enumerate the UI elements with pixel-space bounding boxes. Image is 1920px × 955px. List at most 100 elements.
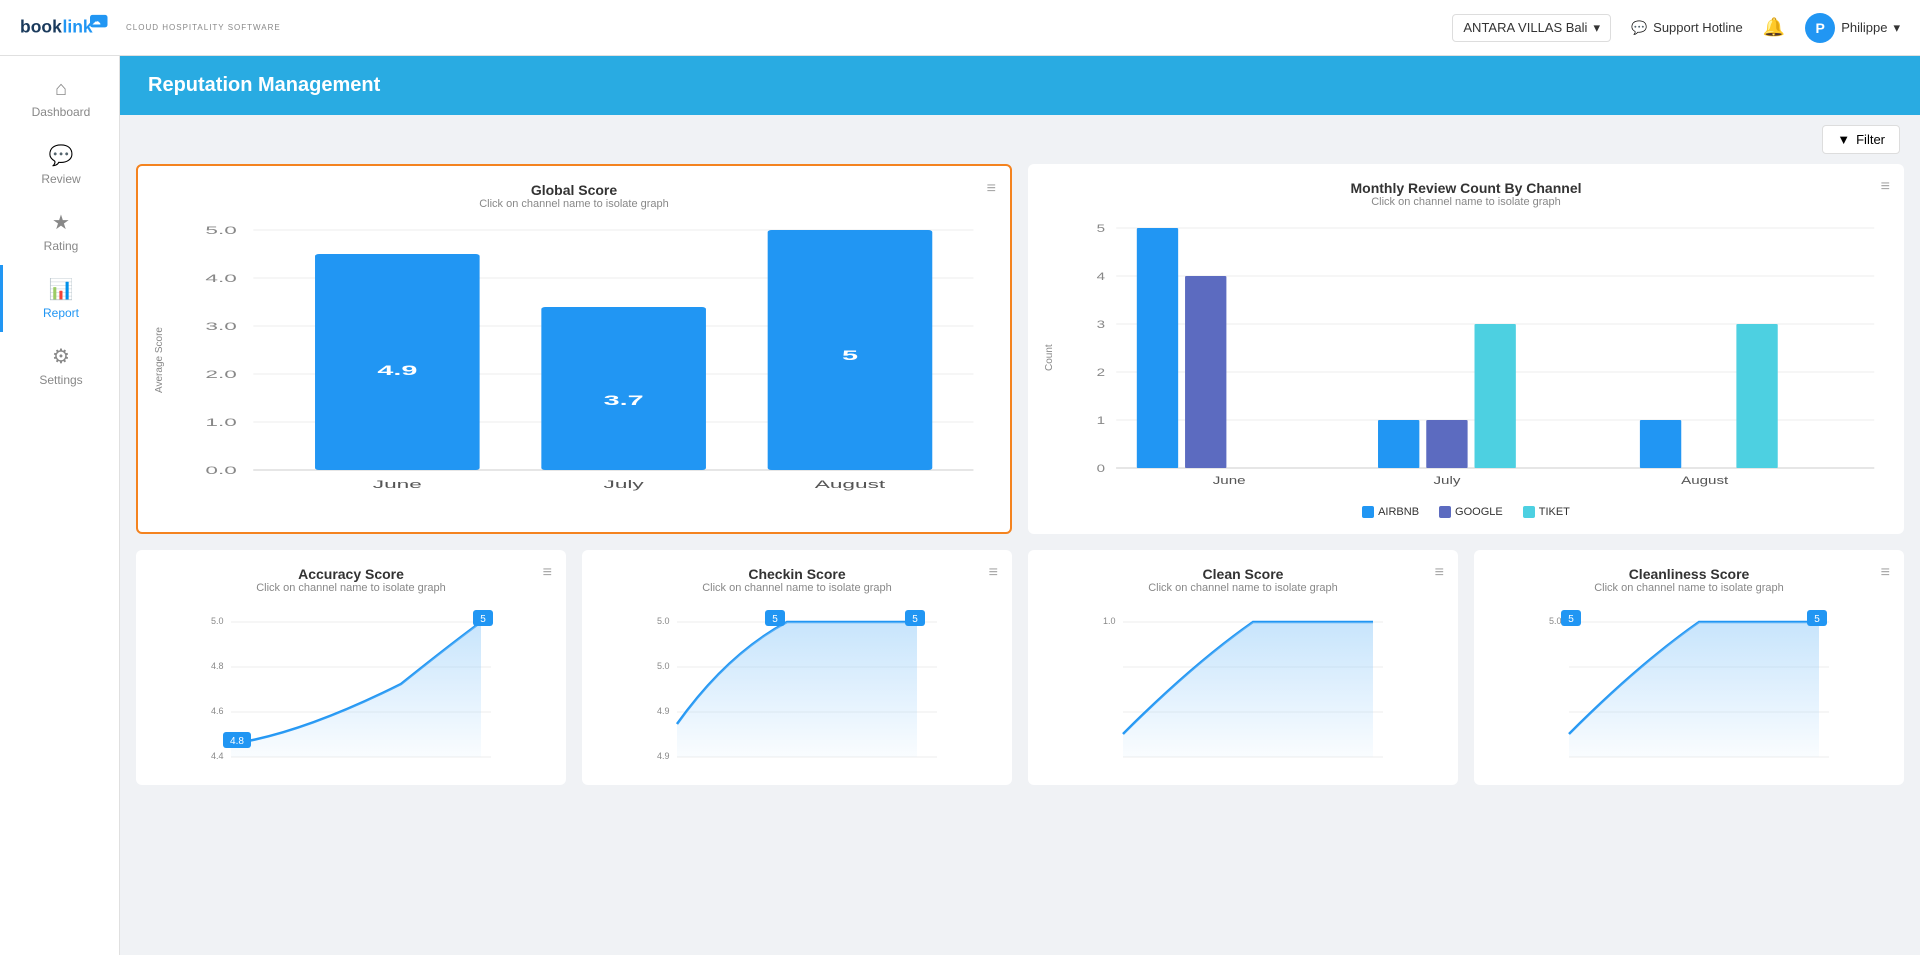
cleanliness-score-chart: 5.0 5	[1490, 604, 1888, 769]
settings-icon: ⚙	[52, 344, 70, 369]
monthly-review-legend: AIRBNB GOOGLE TIKET	[1044, 506, 1888, 518]
svg-text:August: August	[1681, 474, 1729, 486]
monthly-review-bar-inner: 5 4 3 2 1 0 June	[1061, 218, 1888, 498]
report-icon: 📊	[49, 277, 74, 302]
user-menu[interactable]: P Philippe ▾	[1805, 13, 1900, 43]
svg-text:1.0: 1.0	[1103, 616, 1116, 626]
legend-tiket-label: TIKET	[1539, 506, 1570, 518]
monthly-review-chart: Count 5 4 3 2	[1044, 218, 1888, 498]
svg-text:July: July	[604, 478, 644, 490]
global-score-y-label: Average Score	[154, 220, 165, 500]
user-name: Philippe	[1841, 20, 1887, 35]
accuracy-score-subtitle: Click on channel name to isolate graph	[152, 582, 550, 594]
checkin-score-svg: 5.0 5.0 4.9 4.9	[598, 604, 996, 764]
cleanliness-menu-icon[interactable]: ≡	[1881, 564, 1890, 582]
sidebar-item-review[interactable]: 💬 Review	[0, 131, 119, 198]
bar-august-airbnb	[1640, 420, 1681, 468]
svg-text:☁: ☁	[92, 16, 101, 26]
global-score-card: Global Score Click on channel name to is…	[136, 164, 1012, 534]
global-score-chart: Average Score 5.0 4.0 3.0	[154, 220, 994, 500]
sidebar-label-review: Review	[41, 172, 80, 186]
sidebar-item-rating[interactable]: ★ Rating	[0, 198, 119, 265]
accuracy-score-chart: 5.0 4.8 4.6 4.4	[152, 604, 550, 769]
support-hotline[interactable]: 💬 Support Hotline	[1631, 20, 1743, 36]
svg-text:4.6: 4.6	[211, 706, 224, 716]
notification-bell-icon[interactable]: 🔔	[1763, 17, 1785, 38]
chevron-down-icon: ▾	[1593, 20, 1600, 36]
svg-text:4.9: 4.9	[657, 706, 670, 716]
svg-text:5.0: 5.0	[211, 616, 224, 626]
svg-text:5: 5	[912, 614, 918, 625]
bar-july-airbnb	[1378, 420, 1419, 468]
accuracy-score-card: Accuracy Score Click on channel name to …	[136, 550, 566, 785]
monthly-review-subtitle: Click on channel name to isolate graph	[1044, 196, 1888, 208]
support-label: Support Hotline	[1653, 20, 1743, 35]
clean-fill	[1123, 622, 1373, 757]
svg-text:3.0: 3.0	[205, 320, 237, 332]
bar-august-tiket	[1736, 324, 1777, 468]
bar-july	[541, 307, 706, 470]
monthly-review-card: Monthly Review Count By Channel Click on…	[1028, 164, 1904, 534]
legend-airbnb-label: AIRBNB	[1378, 506, 1419, 518]
clean-menu-icon[interactable]: ≡	[1435, 564, 1444, 582]
svg-text:August: August	[815, 478, 885, 490]
chevron-down-icon: ▾	[1893, 20, 1900, 36]
svg-text:link: link	[63, 16, 93, 36]
svg-text:0: 0	[1097, 462, 1105, 474]
svg-text:4.4: 4.4	[211, 751, 224, 761]
sidebar: ⌂ Dashboard 💬 Review ★ Rating 📊 Report ⚙…	[0, 56, 120, 955]
legend-google-dot	[1439, 506, 1451, 518]
sidebar-label-dashboard: Dashboard	[32, 105, 91, 119]
checkin-score-chart: 5.0 5.0 4.9 4.9	[598, 604, 996, 769]
bar-july-google	[1426, 420, 1467, 468]
checkin-menu-icon[interactable]: ≡	[989, 564, 998, 582]
svg-text:1.0: 1.0	[205, 416, 237, 428]
charts-top-row: Global Score Click on channel name to is…	[136, 164, 1904, 534]
review-icon: 💬	[49, 143, 74, 168]
bar-july-tiket	[1475, 324, 1516, 468]
legend-airbnb-dot	[1362, 506, 1374, 518]
bar-june-google	[1185, 276, 1226, 468]
hotel-selector[interactable]: ANTARA VILLAS Bali ▾	[1452, 14, 1611, 42]
accuracy-score-title: Accuracy Score	[152, 566, 550, 582]
monthly-review-menu-icon[interactable]: ≡	[1881, 178, 1890, 196]
svg-text:June: June	[373, 478, 422, 490]
filter-button[interactable]: ▼ Filter	[1822, 125, 1900, 154]
cleanliness-score-card: Cleanliness Score Click on channel name …	[1474, 550, 1904, 785]
sidebar-label-rating: Rating	[44, 239, 79, 253]
logo-subtitle: CLOUD HOSPITALITY SOFTWARE	[126, 23, 281, 32]
svg-text:0.0: 0.0	[205, 464, 237, 476]
legend-google-label: GOOGLE	[1455, 506, 1503, 518]
page-title: Reputation Management	[148, 74, 380, 96]
accuracy-menu-icon[interactable]: ≡	[543, 564, 552, 582]
svg-text:4.8: 4.8	[230, 736, 244, 747]
svg-text:5.0: 5.0	[205, 224, 237, 236]
bar-june-airbnb	[1137, 228, 1178, 468]
toolbar: ▼ Filter	[120, 115, 1920, 164]
global-score-svg: 5.0 4.0 3.0 2.0 1.0 0.0 4.9 June	[171, 220, 994, 500]
svg-text:4.0: 4.0	[205, 272, 237, 284]
svg-text:5.0: 5.0	[1549, 616, 1562, 626]
monthly-review-svg: 5 4 3 2 1 0 June	[1061, 218, 1888, 498]
sidebar-label-report: Report	[43, 306, 79, 320]
legend-tiket: TIKET	[1523, 506, 1570, 518]
legend-tiket-dot	[1523, 506, 1535, 518]
header-right: ANTARA VILLAS Bali ▾ 💬 Support Hotline 🔔…	[1452, 13, 1900, 43]
global-score-menu-icon[interactable]: ≡	[987, 180, 996, 198]
legend-google: GOOGLE	[1439, 506, 1503, 518]
charts-bottom-row: Accuracy Score Click on channel name to …	[136, 550, 1904, 785]
svg-text:4.8: 4.8	[211, 661, 224, 671]
svg-text:3.7: 3.7	[604, 393, 644, 408]
hotel-name: ANTARA VILLAS Bali	[1463, 20, 1587, 35]
checkin-fill	[677, 622, 917, 757]
sidebar-item-dashboard[interactable]: ⌂ Dashboard	[0, 66, 119, 131]
whatsapp-icon: 💬	[1631, 20, 1647, 36]
clean-score-title: Clean Score	[1044, 566, 1442, 582]
clean-score-chart: 1.0	[1044, 604, 1442, 769]
svg-text:3: 3	[1097, 318, 1105, 330]
svg-text:book: book	[20, 16, 62, 36]
sidebar-item-settings[interactable]: ⚙ Settings	[0, 332, 119, 399]
clean-score-subtitle: Click on channel name to isolate graph	[1044, 582, 1442, 594]
sidebar-item-report[interactable]: 📊 Report	[0, 265, 119, 332]
header: book link ☁ CLOUD HOSPITALITY SOFTWARE A…	[0, 0, 1920, 56]
